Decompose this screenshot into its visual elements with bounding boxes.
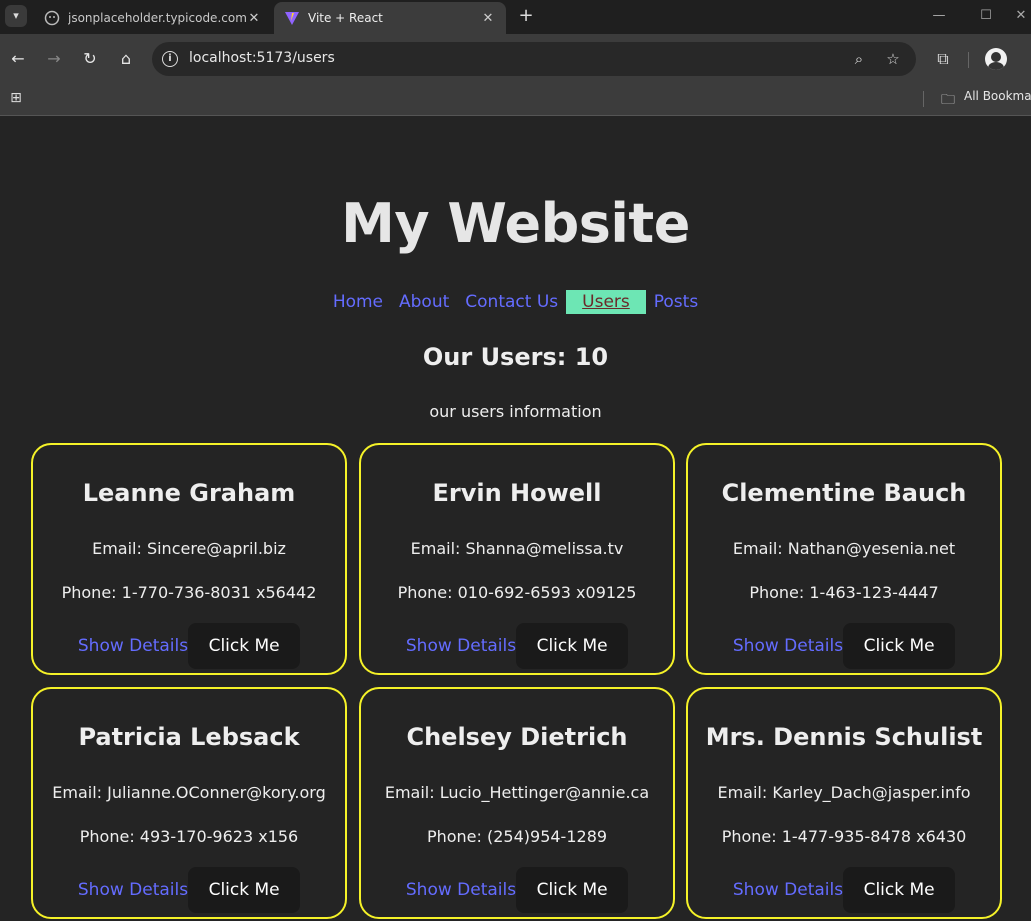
chevron-down-icon[interactable]: ▾ [5,5,27,27]
page-title: My Website [341,192,690,255]
github-octocat-icon [44,10,60,26]
puzzle-icon[interactable]: ⧉ [932,48,954,70]
maximize-icon[interactable]: ☐ [975,6,997,26]
show-details-link[interactable]: Show Details [733,880,843,900]
user-phone: Phone: 493-170-9623 x156 [79,827,299,846]
card-actions: Show Details Click Me [33,623,345,669]
user-phone: Phone: 1-477-935-8478 x6430 [721,827,967,846]
site-nav: Home About Contact Us Users Posts [0,290,1031,314]
user-card: Ervin Howell Email: Shanna@melissa.tv Ph… [359,443,675,675]
card-actions: Show Details Click Me [33,867,345,913]
minimize-icon[interactable]: — [928,6,950,26]
click-me-button[interactable]: Click Me [843,867,956,913]
close-icon[interactable]: ✕ [480,11,496,26]
user-email: Email: Karley_Dach@jasper.info [717,783,971,802]
window-close-icon[interactable]: ✕ [1010,6,1031,26]
nav-link-home[interactable]: Home [325,290,391,314]
show-details-link[interactable]: Show Details [78,880,188,900]
card-actions: Show Details Click Me [688,867,1000,913]
bookmarks-bar: ⊞ 🗀 All Bookmarks [0,84,1031,116]
user-card: Patricia Lebsack Email: Julianne.OConner… [31,687,347,919]
bookmarks-divider [923,91,924,107]
click-me-button[interactable]: Click Me [188,623,301,669]
home-icon[interactable]: ⌂ [115,48,137,70]
click-me-button[interactable]: Click Me [516,623,629,669]
plus-icon[interactable]: + [515,5,537,27]
card-actions: Show Details Click Me [361,623,673,669]
user-name: Ervin Howell [432,479,602,507]
user-name: Leanne Graham [82,479,296,507]
folder-icon: 🗀 [941,92,955,108]
user-email: Email: Lucio_Hettinger@annie.ca [384,783,650,802]
browser-toolbar: ← → ↻ ⌂ i localhost:5173/users ⌕ ☆ ⧉ [0,34,1031,84]
users-heading: Our Users: 10 [422,343,609,371]
forward-arrow-icon[interactable]: → [43,48,65,70]
nav-link-contact[interactable]: Contact Us [457,290,566,314]
user-card: Mrs. Dennis Schulist Email: Karley_Dach@… [686,687,1002,919]
back-arrow-icon[interactable]: ← [7,48,29,70]
browser-tab-bar: ▾ jsonplaceholder.typicode.com/p ✕ Vite … [0,0,1031,34]
users-subheading: our users information [429,402,602,421]
user-email: Email: Shanna@melissa.tv [410,539,624,558]
tab-vite-react[interactable]: Vite + React ✕ [274,2,506,34]
page-content: My Website Home About Contact Us Users P… [0,117,1031,921]
user-name: Patricia Lebsack [78,723,300,751]
tab-jsonplaceholder[interactable]: jsonplaceholder.typicode.com/p ✕ [34,2,272,34]
apps-grid-icon[interactable]: ⊞ [7,89,25,107]
reload-icon[interactable]: ↻ [79,48,101,70]
info-icon[interactable]: i [162,51,178,67]
show-details-link[interactable]: Show Details [406,636,516,656]
user-name: Mrs. Dennis Schulist [705,723,983,751]
nav-link-posts[interactable]: Posts [646,290,706,314]
user-phone: Phone: 1-463-123-4447 [749,583,939,602]
star-icon[interactable]: ☆ [883,49,903,69]
user-email: Email: Nathan@yesenia.net [732,539,956,558]
user-card: Chelsey Dietrich Email: Lucio_Hettinger@… [359,687,675,919]
user-card: Clementine Bauch Email: Nathan@yesenia.n… [686,443,1002,675]
all-bookmarks-link[interactable]: All Bookmarks [964,89,1031,103]
tab-title: jsonplaceholder.typicode.com/p [68,11,246,25]
url-text[interactable]: localhost:5173/users [189,50,335,66]
user-phone: Phone: 1-770-736-8031 x56442 [61,583,317,602]
toolbar-divider [968,52,969,68]
show-details-link[interactable]: Show Details [406,880,516,900]
user-name: Clementine Bauch [721,479,967,507]
card-actions: Show Details Click Me [361,867,673,913]
tab-title: Vite + React [308,11,383,25]
zoom-icon[interactable]: ⌕ [849,49,869,69]
vite-logo-icon [284,10,300,26]
user-phone: Phone: 010-692-6593 x09125 [397,583,637,602]
nav-link-users[interactable]: Users [566,290,646,314]
close-icon[interactable]: ✕ [246,11,262,26]
user-email: Email: Julianne.OConner@kory.org [52,783,326,802]
user-name: Chelsey Dietrich [406,723,628,751]
nav-link-about[interactable]: About [391,290,457,314]
address-bar[interactable]: i localhost:5173/users ⌕ ☆ [152,42,916,76]
avatar[interactable] [985,48,1007,70]
user-email: Email: Sincere@april.biz [92,539,286,558]
user-phone: Phone: (254)954-1289 [426,827,608,846]
show-details-link[interactable]: Show Details [78,636,188,656]
click-me-button[interactable]: Click Me [188,867,301,913]
click-me-button[interactable]: Click Me [516,867,629,913]
show-details-link[interactable]: Show Details [733,636,843,656]
card-actions: Show Details Click Me [688,623,1000,669]
click-me-button[interactable]: Click Me [843,623,956,669]
user-card: Leanne Graham Email: Sincere@april.biz P… [31,443,347,675]
